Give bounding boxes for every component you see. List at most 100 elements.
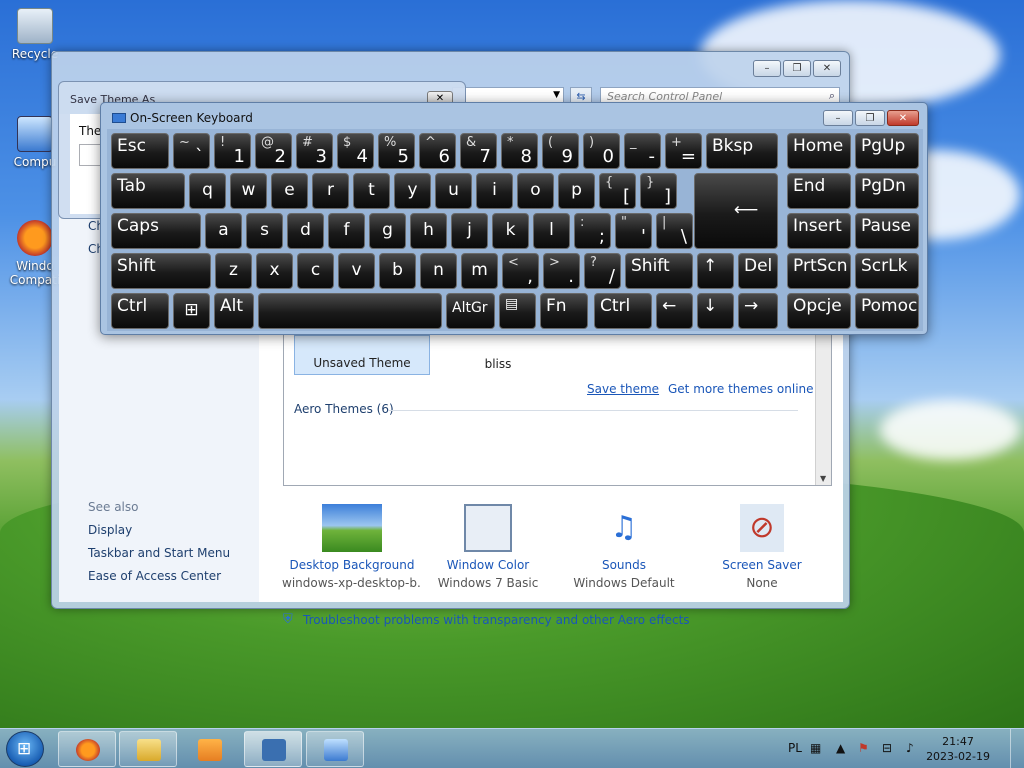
key-tab[interactable]: Tab xyxy=(111,173,185,209)
key-0[interactable]: ) 0 xyxy=(583,133,620,169)
key-insert[interactable]: Insert xyxy=(787,213,851,249)
key-4[interactable]: $4 xyxy=(337,133,374,169)
key-backslash[interactable]: | \ xyxy=(656,213,693,249)
key-8[interactable]: * 8 xyxy=(501,133,538,169)
key-y[interactable]: y xyxy=(394,173,431,209)
key-esc[interactable]: Esc xyxy=(111,133,169,169)
action-center-icon[interactable]: ⚑ xyxy=(858,741,869,755)
key-arrow-up[interactable]: ↑ xyxy=(697,253,734,289)
start-button[interactable]: ⊞ xyxy=(6,731,44,767)
key-alt[interactable]: Alt xyxy=(214,293,254,329)
theme-item-unsaved[interactable]: Unsaved Theme xyxy=(294,335,430,375)
key-l[interactable]: l xyxy=(533,213,570,249)
key-w[interactable]: w xyxy=(230,173,267,209)
key-u[interactable]: u xyxy=(435,173,472,209)
keyboard-tray-icon[interactable]: ▦ xyxy=(810,741,821,755)
key-6[interactable]: ^ 6 xyxy=(419,133,456,169)
key-ctrl-right[interactable]: Ctrl xyxy=(594,293,652,329)
key-caps[interactable]: Caps xyxy=(111,213,201,249)
taskbar-media-player[interactable] xyxy=(180,731,238,767)
key-space[interactable] xyxy=(258,293,442,329)
key-arrow-left[interactable]: ← xyxy=(656,293,693,329)
key-v[interactable]: v xyxy=(338,253,375,289)
key-7[interactable]: & 7 xyxy=(460,133,497,169)
key-equals[interactable]: + = xyxy=(665,133,702,169)
key-bracket-right[interactable]: }] xyxy=(640,173,677,209)
key-bracket-left[interactable]: {[ xyxy=(599,173,636,209)
key-backspace[interactable]: Bksp xyxy=(706,133,778,169)
taskbar-control-panel[interactable] xyxy=(306,731,364,767)
osk-restore-button[interactable]: ❐ xyxy=(855,110,885,126)
key-c[interactable]: c xyxy=(297,253,334,289)
close-button[interactable]: ✕ xyxy=(813,60,841,77)
sounds-item[interactable]: ♫ Sounds Windows Default xyxy=(554,504,694,590)
key-2[interactable]: @2 xyxy=(255,133,292,169)
key-j[interactable]: j xyxy=(451,213,488,249)
key-i[interactable]: i xyxy=(476,173,513,209)
key-arrow-right[interactable]: → xyxy=(738,293,778,329)
maximize-button[interactable]: ❐ xyxy=(783,60,811,77)
key-x[interactable]: x xyxy=(256,253,293,289)
key-fn[interactable]: Fn xyxy=(540,293,588,329)
taskbar-explorer[interactable] xyxy=(119,731,177,767)
key-b[interactable]: b xyxy=(379,253,416,289)
key-opcje[interactable]: Opcje xyxy=(787,293,851,329)
key-e[interactable]: e xyxy=(271,173,308,209)
theme-item-bliss[interactable]: bliss xyxy=(430,335,566,375)
key-quote[interactable]: " ' xyxy=(615,213,652,249)
key-altgr[interactable]: AltGr xyxy=(446,293,495,329)
key-n[interactable]: n xyxy=(420,253,457,289)
troubleshoot-link[interactable]: Troubleshoot problems with transparency … xyxy=(303,613,690,627)
key-h[interactable]: h xyxy=(410,213,447,249)
key-p[interactable]: p xyxy=(558,173,595,209)
key-pomoc[interactable]: Pomoc xyxy=(855,293,919,329)
save-theme-link[interactable]: Save theme xyxy=(587,382,659,396)
key-m[interactable]: m xyxy=(461,253,498,289)
key-ctrl-left[interactable]: Ctrl xyxy=(111,293,169,329)
key-3[interactable]: #3 xyxy=(296,133,333,169)
key-arrow-down[interactable]: ↓ xyxy=(697,293,734,329)
key-windows[interactable]: ⊞ xyxy=(173,293,210,329)
key-k[interactable]: k xyxy=(492,213,529,249)
clock[interactable]: 21:47 2023-02-19 xyxy=(926,734,990,764)
key-backtick[interactable]: ~ ` xyxy=(173,133,210,169)
osk-minimize-button[interactable]: – xyxy=(823,110,853,126)
key-minus[interactable]: _ - xyxy=(624,133,661,169)
key-q[interactable]: q xyxy=(189,173,226,209)
show-desktop-button[interactable] xyxy=(1010,729,1024,768)
key-home[interactable]: Home xyxy=(787,133,851,169)
key-r[interactable]: r xyxy=(312,173,349,209)
desktop-background-item[interactable]: Desktop Background windows-xp-desktop-b.… xyxy=(282,504,422,590)
search-icon[interactable]: ⌕ xyxy=(829,89,835,103)
key-5[interactable]: % 5 xyxy=(378,133,415,169)
key-d[interactable]: d xyxy=(287,213,324,249)
key-pause[interactable]: Pause xyxy=(855,213,919,249)
key-shift-left[interactable]: Shift xyxy=(111,253,211,289)
key-pgdn[interactable]: PgDn xyxy=(855,173,919,209)
taskbar-osk[interactable] xyxy=(244,731,302,767)
key-semicolon[interactable]: :; xyxy=(574,213,611,249)
key-delete[interactable]: Del xyxy=(738,253,778,289)
key-comma[interactable]: <, xyxy=(502,253,539,289)
key-prtscn[interactable]: PrtScn xyxy=(787,253,851,289)
window-color-item[interactable]: Window Color Windows 7 Basic xyxy=(418,504,558,590)
volume-muted-icon[interactable]: ♪ xyxy=(906,741,914,755)
key-scrlk[interactable]: ScrLk xyxy=(855,253,919,289)
network-icon[interactable]: ⊟ xyxy=(882,741,892,755)
key-f[interactable]: f xyxy=(328,213,365,249)
minimize-button[interactable]: – xyxy=(753,60,781,77)
screen-saver-item[interactable]: ⊘ Screen Saver None xyxy=(692,504,832,590)
see-also-display-link[interactable]: Display xyxy=(88,523,132,537)
key-g[interactable]: g xyxy=(369,213,406,249)
key-pgup[interactable]: PgUp xyxy=(855,133,919,169)
get-more-themes-link[interactable]: Get more themes online xyxy=(668,382,814,396)
theme-list-scrollbar[interactable]: ▼ xyxy=(815,335,831,485)
see-also-taskbar-link[interactable]: Taskbar and Start Menu xyxy=(88,546,230,560)
key-slash[interactable]: ? / xyxy=(584,253,621,289)
key-a[interactable]: a xyxy=(205,213,242,249)
key-t[interactable]: t xyxy=(353,173,390,209)
taskbar-firefox[interactable] xyxy=(58,731,116,767)
chevron-down-icon[interactable]: ▼ xyxy=(553,90,560,100)
key-enter[interactable]: ⟵ xyxy=(694,173,778,249)
chevron-down-icon[interactable]: ▼ xyxy=(820,474,826,483)
